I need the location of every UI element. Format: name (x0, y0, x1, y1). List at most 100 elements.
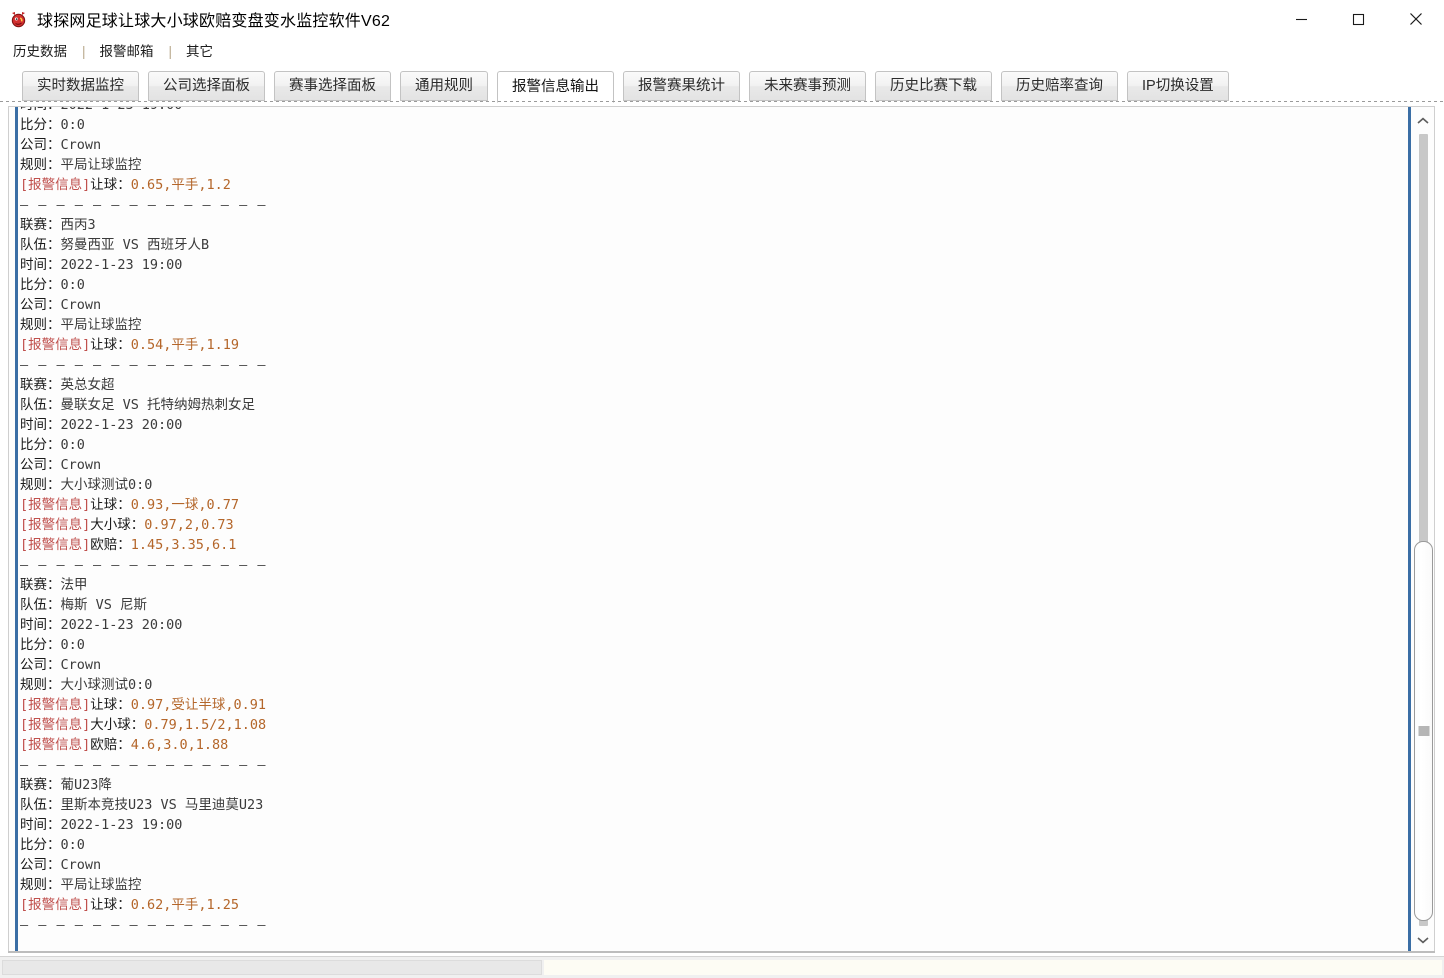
log-field-line: 时间：2022-1-23 20:00 (20, 615, 1400, 635)
minimize-icon (1296, 18, 1307, 20)
log-field-line: 比分：0:0 (20, 635, 1400, 655)
alert-key: 让球： (90, 497, 131, 513)
tab-5[interactable]: 报警赛果统计 (623, 71, 740, 101)
chevron-up-icon (1417, 117, 1429, 124)
field-value: 大小球测试0:0 (60, 477, 153, 493)
alert-key: 大小球： (90, 717, 145, 733)
alert-tag: [报警信息] (20, 537, 91, 553)
tab-7[interactable]: 历史比赛下载 (875, 71, 992, 101)
horizontal-scrollbar-thumb[interactable] (2, 960, 542, 975)
alert-log-output[interactable]: 时间：2022-1-23 19:00比分：0:0公司：Crown规则：平局让球监… (20, 107, 1400, 952)
log-field-line: 比分：0:0 (20, 115, 1400, 135)
log-divider: — — — — — — — — — — — — — — (20, 917, 267, 933)
tab-strip-divider (0, 101, 1444, 102)
title-bar: 球探网足球让球大小球欧赔变盘变水监控软件V62 (0, 0, 1444, 38)
scroll-down-button[interactable] (1411, 929, 1434, 951)
tab-9[interactable]: IP切换设置 (1127, 71, 1229, 101)
field-label: 公司： (20, 297, 61, 313)
alert-key: 欧赔： (90, 537, 131, 553)
log-field-line: 比分：0:0 (20, 275, 1400, 295)
chevron-down-icon (1417, 937, 1429, 944)
field-label: 时间： (20, 257, 61, 273)
tab-label: 赛事选择面板 (289, 78, 376, 94)
log-field-line: 队伍：努曼西亚 VS 西班牙人B (20, 235, 1400, 255)
field-value: 0:0 (60, 637, 85, 653)
field-label: 联赛： (20, 777, 61, 793)
field-value: 英总女超 (60, 377, 115, 393)
field-value: 努曼西亚 VS 西班牙人B (60, 237, 210, 253)
menu-item-history-data[interactable]: 历史数据 (11, 39, 69, 65)
field-value: 2022-1-23 19:00 (60, 257, 183, 273)
field-value: Crown (60, 137, 102, 153)
log-alert-line: [报警信息]让球：0.65,平手,1.2 (20, 175, 1400, 195)
close-icon (1409, 13, 1422, 25)
menu-item-alert-mailbox[interactable]: 报警邮箱 (98, 39, 156, 65)
alert-key: 让球： (90, 337, 131, 353)
field-label: 公司： (20, 457, 61, 473)
log-field-line: 队伍：梅斯 VS 尼斯 (20, 595, 1400, 615)
field-label: 联赛： (20, 217, 61, 233)
log-field-line: 时间：2022-1-23 19:00 (20, 815, 1400, 835)
field-label: 队伍： (20, 597, 61, 613)
maximize-button[interactable] (1330, 0, 1387, 38)
horizontal-scrollbar-track[interactable] (544, 960, 1442, 975)
log-field-line: 规则：平局让球监控 (20, 315, 1400, 335)
log-field-line: 公司：Crown (20, 855, 1400, 875)
alert-value: 0.62,平手,1.25 (130, 897, 240, 913)
field-value: 曼联女足 VS 托特纳姆热刺女足 (60, 397, 256, 413)
tab-3[interactable]: 通用规则 (400, 71, 488, 101)
scroll-up-button[interactable] (1411, 110, 1434, 132)
field-value: Crown (60, 457, 102, 473)
log-field-line: 时间：2022-1-23 20:00 (20, 415, 1400, 435)
log-field-line: 公司：Crown (20, 135, 1400, 155)
menu-separator: | (82, 44, 86, 59)
field-label: 规则： (20, 877, 61, 893)
field-value: 西丙3 (60, 217, 96, 233)
alert-tag: [报警信息] (20, 737, 91, 753)
scrollbar-thumb[interactable] (1414, 541, 1433, 921)
tab-8[interactable]: 历史赔率查询 (1001, 71, 1118, 101)
field-label: 联赛： (20, 577, 61, 593)
field-value: Crown (60, 657, 102, 673)
tab-label: 公司选择面板 (163, 78, 250, 94)
field-value: 2022-1-23 19:00 (60, 817, 183, 833)
field-value: 0:0 (60, 277, 85, 293)
close-button[interactable] (1387, 0, 1444, 38)
field-label: 公司： (20, 857, 61, 873)
alert-key: 欧赔： (90, 737, 131, 753)
tab-label: 历史比赛下载 (890, 78, 977, 94)
field-label: 队伍： (20, 797, 61, 813)
alert-key: 大小球： (90, 517, 145, 533)
field-label: 公司： (20, 657, 61, 673)
field-label: 比分： (20, 637, 61, 653)
field-value: 2022-1-23 20:00 (60, 417, 183, 433)
grip-lines-icon (1418, 726, 1429, 736)
tab-1[interactable]: 公司选择面板 (148, 71, 265, 101)
vertical-scrollbar[interactable] (1411, 108, 1434, 952)
menu-item-other[interactable]: 其它 (184, 39, 215, 65)
log-field-line: 公司：Crown (20, 655, 1400, 675)
field-label: 比分： (20, 277, 61, 293)
tab-label: 通用规则 (415, 78, 473, 94)
tab-4[interactable]: 报警信息输出 (497, 71, 614, 103)
field-label: 比分： (20, 837, 61, 853)
field-value: 平局让球监控 (60, 877, 142, 893)
tab-6[interactable]: 未来赛事预测 (749, 71, 866, 101)
field-label: 规则： (20, 477, 61, 493)
alert-key: 让球： (90, 897, 131, 913)
alert-value: 1.45,3.35,6.1 (130, 537, 237, 553)
alert-tag: [报警信息] (20, 717, 91, 733)
log-divider: — — — — — — — — — — — — — — (20, 757, 267, 773)
field-label: 比分： (20, 117, 61, 133)
minimize-button[interactable] (1273, 0, 1330, 38)
log-field-line-clipped: 时间：2022-1-23 19:00 (20, 107, 1400, 115)
log-divider: — — — — — — — — — — — — — — (20, 557, 267, 573)
alert-output-panel: 时间：2022-1-23 19:00比分：0:0公司：Crown规则：平局让球监… (8, 106, 1435, 953)
tab-label: 历史赔率查询 (1016, 78, 1103, 94)
horizontal-scrollbar[interactable] (0, 956, 1444, 978)
alert-tag: [报警信息] (20, 337, 91, 353)
log-field-line: 公司：Crown (20, 455, 1400, 475)
alert-tag: [报警信息] (20, 497, 91, 513)
tab-0[interactable]: 实时数据监控 (22, 71, 139, 101)
tab-2[interactable]: 赛事选择面板 (274, 71, 391, 101)
